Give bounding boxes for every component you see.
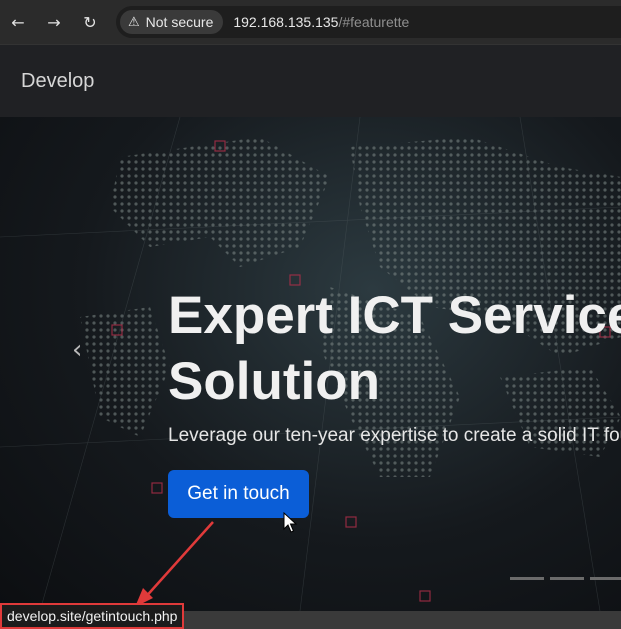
mouse-pointer-icon	[283, 512, 298, 533]
warning-triangle-icon: ⚠	[128, 14, 140, 30]
url-host: 192.168.135.135	[233, 14, 339, 30]
url-path: /#featurette	[338, 14, 410, 30]
hero-headline-line-1: Expert ICT Services	[168, 286, 621, 345]
address-bar[interactable]: ⚠ Not secure 192.168.135.135/#featurette	[116, 6, 621, 38]
site-navbar: Develop	[0, 44, 621, 117]
hero-headline-line-2: Solution	[168, 352, 380, 411]
url-text[interactable]: 192.168.135.135/#featurette	[233, 14, 409, 30]
back-button[interactable]: ←	[0, 0, 36, 44]
status-link-url: develop.site/getintouch.php	[7, 608, 178, 624]
carousel-indicator[interactable]	[590, 577, 621, 580]
get-in-touch-button[interactable]: Get in touch	[168, 470, 309, 518]
status-bar-link-preview: develop.site/getintouch.php	[0, 603, 185, 629]
forward-arrow-icon: →	[47, 12, 61, 32]
hero-lead-text: Leverage our ten-year expertise to creat…	[168, 425, 621, 446]
site-brand-link[interactable]: Develop	[21, 70, 94, 93]
hero-headline: Expert ICT Services Solution	[168, 283, 621, 415]
security-indicator[interactable]: ⚠ Not secure	[120, 10, 224, 34]
security-label: Not secure	[145, 14, 214, 30]
carousel-indicator[interactable]	[550, 577, 584, 580]
browser-toolbar: ← → ↻ ⚠ Not secure 192.168.135.135/#feat…	[0, 0, 621, 44]
reload-button[interactable]: ↻	[72, 0, 108, 44]
forward-button[interactable]: →	[36, 0, 72, 44]
carousel-indicators	[510, 577, 621, 580]
reload-icon: ↻	[83, 12, 97, 32]
back-arrow-icon: ←	[11, 12, 25, 32]
hero-carousel: ‹ Expert ICT Services Solution Leverage …	[0, 117, 621, 611]
carousel-indicator[interactable]	[510, 577, 544, 580]
carousel-prev-icon[interactable]: ‹	[72, 335, 82, 365]
